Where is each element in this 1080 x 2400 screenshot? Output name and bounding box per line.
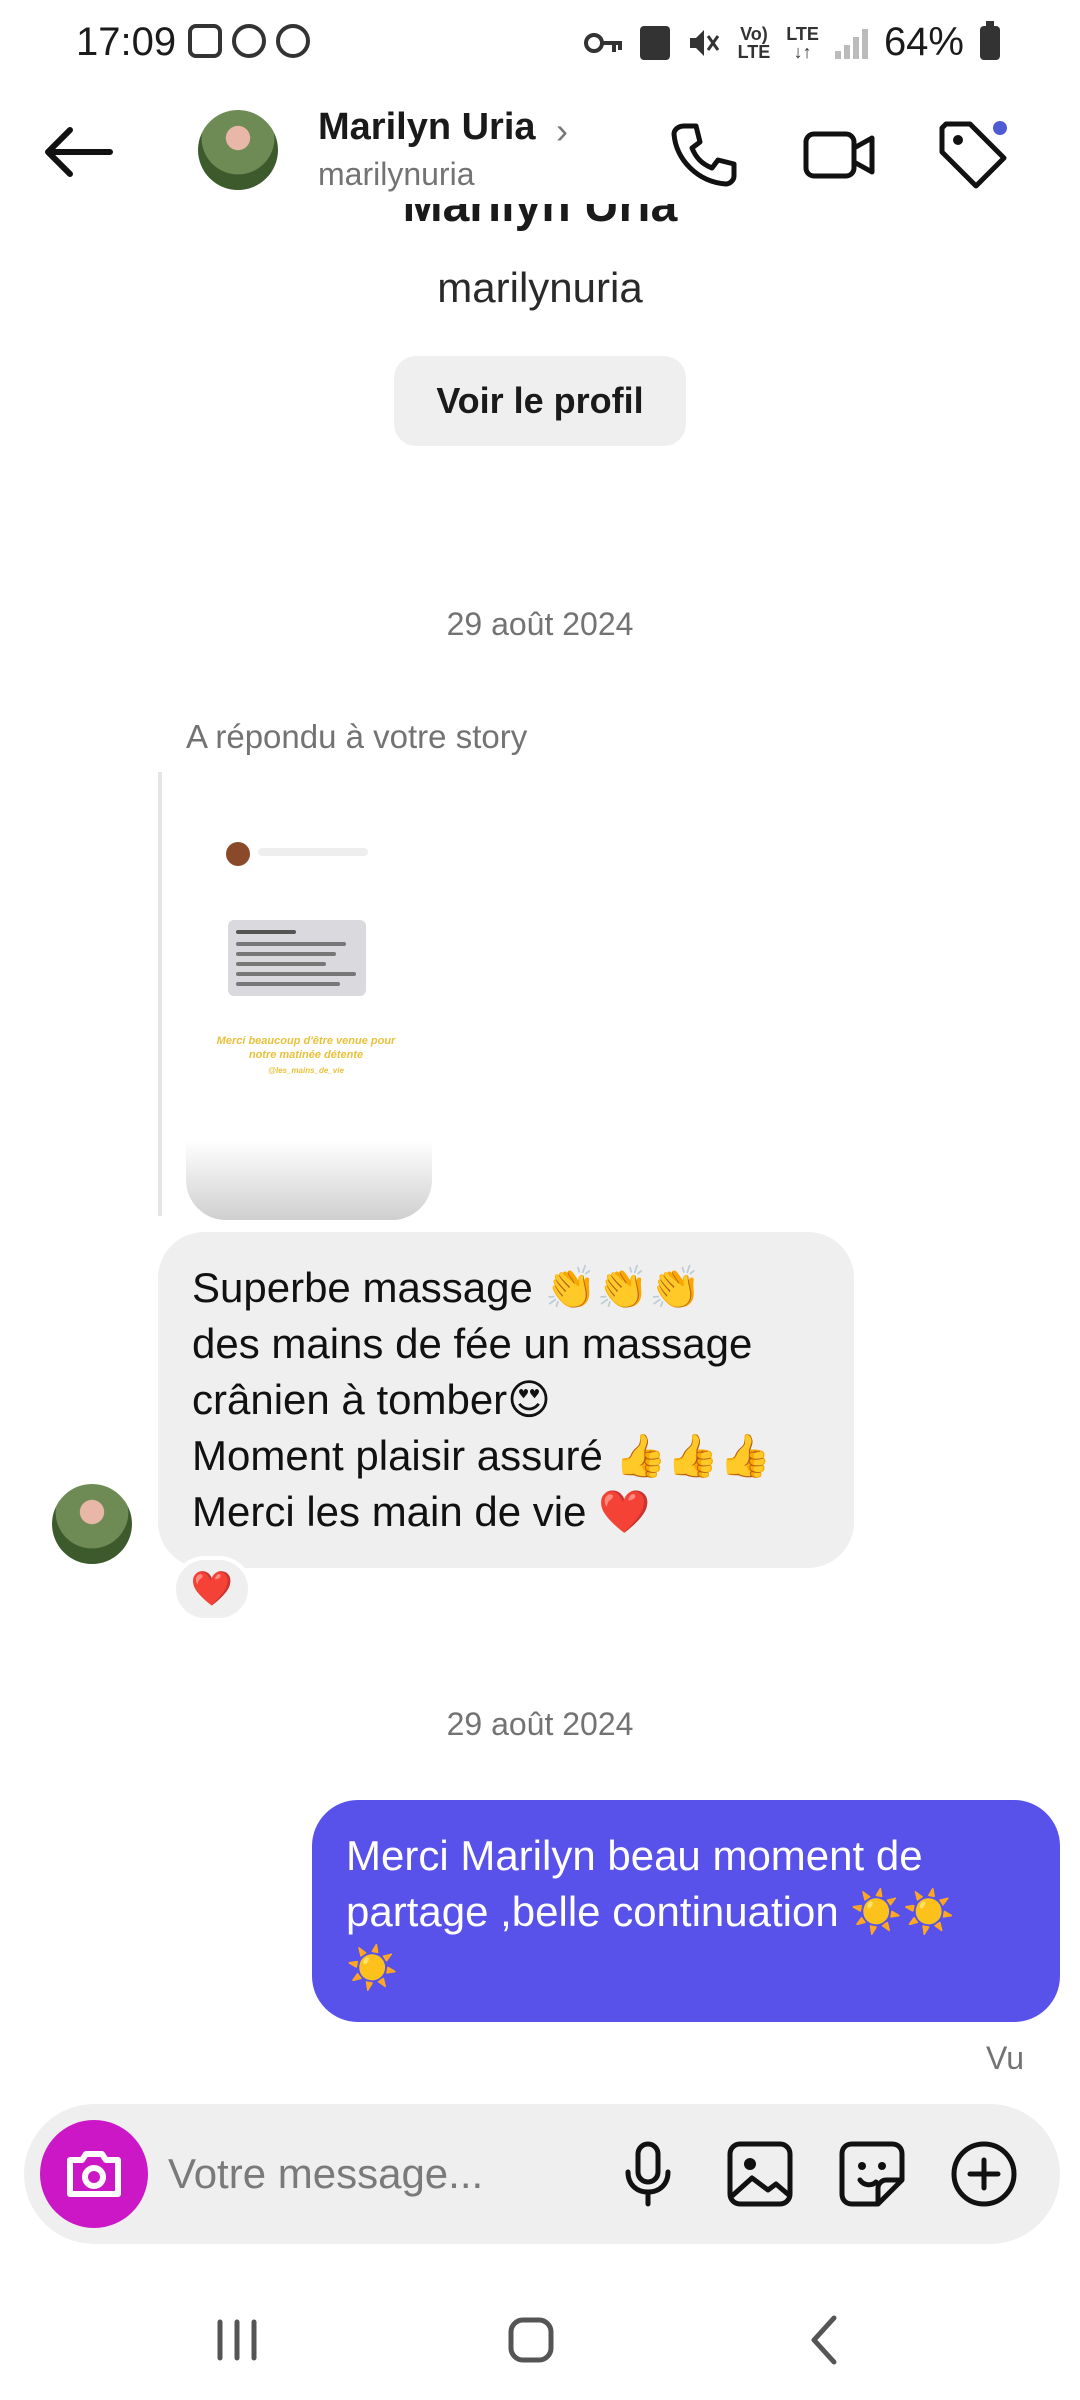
tag-button[interactable] (932, 114, 1012, 194)
mute-icon (689, 29, 719, 56)
message-line: Merci les main de vie ❤️ (192, 1488, 651, 1535)
gallery-notification-icon (188, 24, 222, 58)
contact-name[interactable]: Marilyn Uria (318, 106, 536, 149)
volte-indicator: Vo) LTE (737, 23, 771, 62)
lte-indicator: LTE ↓↑ (786, 23, 819, 62)
message-line: Merci Marilyn beau moment de (346, 1832, 923, 1879)
system-navigation-bar (0, 2280, 1080, 2400)
date-separator: 29 août 2024 (446, 606, 634, 642)
sticker-icon[interactable] (830, 2132, 914, 2216)
story-reply-caption: A répondu à votre story (186, 718, 528, 755)
message-line: Moment plaisir assuré 👍👍👍 (192, 1432, 772, 1479)
date-separator: 29 août 2024 (446, 1706, 634, 1742)
view-profile-button[interactable]: Voir le profil (394, 356, 686, 446)
notification-dot (990, 118, 1010, 138)
chat-header: Marilyn Uria › marilynuria (0, 100, 1080, 210)
battery-percent: 64% (883, 20, 964, 64)
system-icons: Vo) LTE LTE ↓↑ 64% (583, 20, 1000, 65)
plus-circle-icon[interactable] (942, 2132, 1026, 2216)
avatar[interactable] (198, 110, 278, 190)
message-line: partage ,belle continuation ☀️☀️ (346, 1888, 955, 1935)
seen-indicator: Vu (986, 2040, 1024, 2076)
video-call-icon[interactable] (798, 114, 878, 194)
status-time: 17:09 (76, 20, 177, 64)
contact-username[interactable]: marilynuria (318, 156, 474, 193)
whatsapp-notification-icon (232, 24, 266, 58)
phone-call-icon[interactable] (664, 114, 744, 194)
home-icon[interactable] (486, 2300, 576, 2380)
incoming-message-bubble[interactable]: Superbe massage 👏👏👏 des mains de fée un … (158, 1232, 854, 1568)
message-line: des mains de fée un massage (192, 1320, 753, 1367)
back-arrow-icon[interactable] (40, 122, 116, 182)
microphone-icon[interactable] (606, 2132, 690, 2216)
back-nav-icon[interactable] (780, 2300, 870, 2380)
status-bar: 17:09 Vo) LTE LTE ↓↑ 64% (0, 0, 1080, 90)
chevron-right-icon[interactable]: › (556, 110, 568, 152)
notification-icons (188, 24, 310, 58)
profile-name: Marilyn Uria (402, 204, 678, 232)
message-composer (24, 2104, 1060, 2244)
app-notification-icon (276, 24, 310, 58)
message-line: Superbe massage 👏👏👏 (192, 1264, 702, 1311)
reply-line (158, 772, 162, 1216)
story-thumbnail-fade (186, 1140, 432, 1220)
heart-reaction[interactable]: ❤️ (172, 1556, 252, 1622)
profile-username: marilynuria (437, 264, 643, 311)
signal-icon (834, 27, 868, 59)
camera-icon (67, 2151, 121, 2197)
message-line: ☀️ (346, 1944, 399, 1991)
message-line: crânien à tomber😍 (192, 1376, 551, 1423)
story-comment-card (228, 920, 366, 996)
sender-avatar[interactable] (52, 1484, 132, 1564)
battery-icon (980, 20, 1000, 60)
story-handle-bar (258, 848, 368, 856)
gallery-icon[interactable] (718, 2132, 802, 2216)
recent-apps-icon[interactable] (192, 2300, 282, 2380)
story-thumbnail[interactable]: Merci beaucoup d'être venue pour notre m… (186, 790, 432, 1220)
vpn-key-icon (583, 32, 622, 53)
outgoing-message-bubble[interactable]: Merci Marilyn beau moment de partage ,be… (312, 1800, 1060, 2022)
story-message-text: Merci beaucoup d'être venue pour notre m… (216, 1035, 396, 1075)
nfc-icon (639, 25, 670, 60)
message-input[interactable] (168, 2134, 598, 2214)
story-avatar (226, 842, 250, 866)
camera-button[interactable] (40, 2120, 148, 2228)
